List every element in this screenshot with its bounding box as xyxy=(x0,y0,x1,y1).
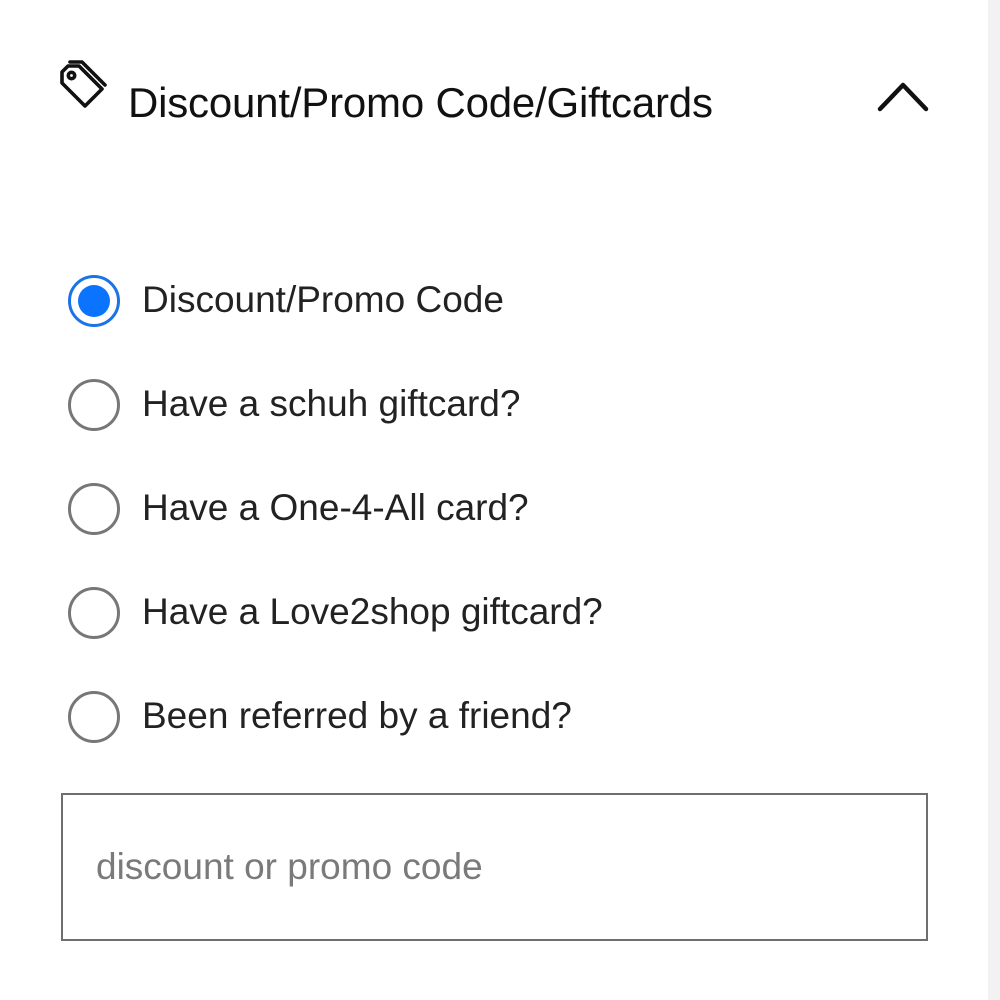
radio-one-4-all-card[interactable] xyxy=(68,483,120,535)
radio-schuh-giftcard[interactable] xyxy=(68,379,120,431)
option-label: Have a schuh giftcard? xyxy=(142,383,521,424)
option-one-4-all-card[interactable]: Have a One-4-All card? xyxy=(68,480,968,584)
option-schuh-giftcard[interactable]: Have a schuh giftcard? xyxy=(68,376,968,480)
option-label: Discount/Promo Code xyxy=(142,279,504,320)
scrollbar-track[interactable] xyxy=(988,0,1000,1000)
chevron-up-icon[interactable] xyxy=(872,74,934,118)
radio-discount-promo-code[interactable] xyxy=(68,275,120,327)
tag-icon xyxy=(60,60,107,108)
option-love2shop-giftcard[interactable]: Have a Love2shop giftcard? xyxy=(68,584,968,688)
option-label: Have a One-4-All card? xyxy=(142,487,529,528)
radio-love2shop-giftcard[interactable] xyxy=(68,587,120,639)
option-discount-promo-code[interactable]: Discount/Promo Code xyxy=(68,272,968,376)
discount-code-input[interactable] xyxy=(61,793,928,941)
discount-panel: Discount/Promo Code/Giftcards Discount/P… xyxy=(0,0,1000,1000)
option-label: Have a Love2shop giftcard? xyxy=(142,591,603,632)
discount-panel-header[interactable]: Discount/Promo Code/Giftcards xyxy=(0,0,988,180)
discount-type-radio-group: Discount/Promo Code Have a schuh giftcar… xyxy=(68,272,968,792)
radio-referred-by-friend[interactable] xyxy=(68,691,120,743)
option-label: Been referred by a friend? xyxy=(142,695,572,736)
option-referred-by-friend[interactable]: Been referred by a friend? xyxy=(68,688,968,792)
panel-title: Discount/Promo Code/Giftcards xyxy=(128,79,713,126)
radio-dot xyxy=(78,285,110,317)
